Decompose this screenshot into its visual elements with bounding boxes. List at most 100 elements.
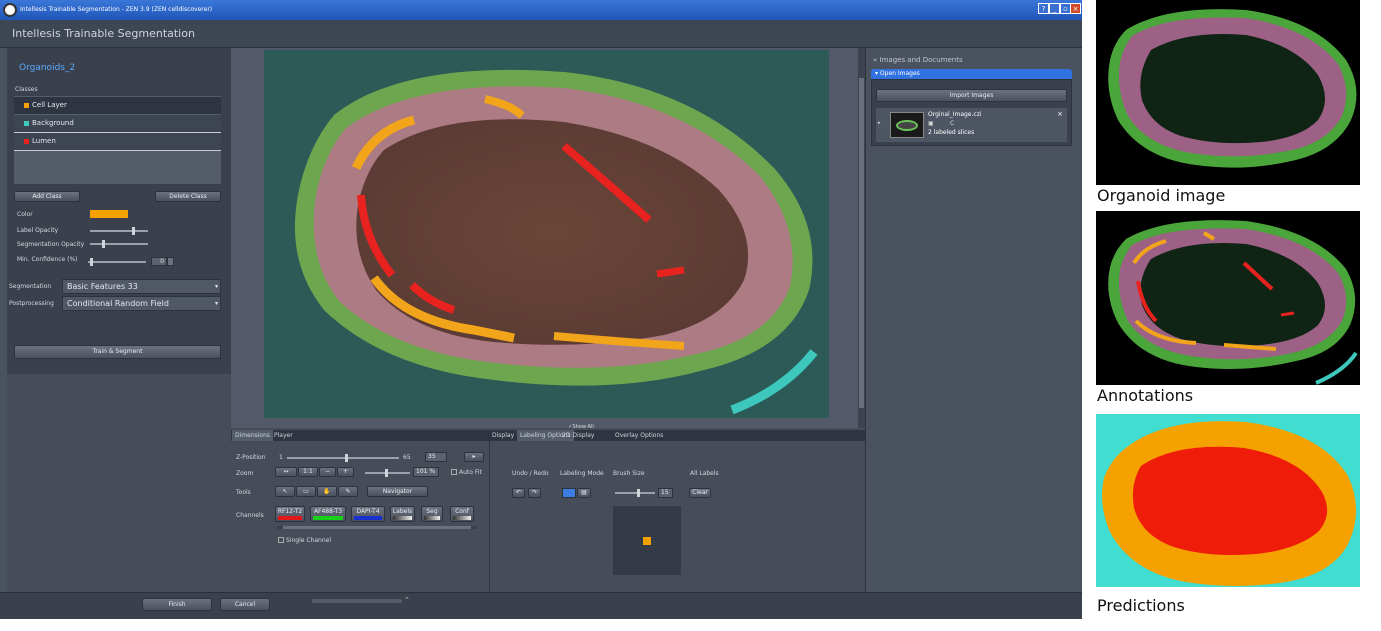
color-picker[interactable]	[90, 210, 128, 218]
file-item[interactable]: ▸ Orginal_Image.czi ▣ C 2 labeled slices…	[876, 108, 1067, 142]
pan-tool-icon[interactable]: ✋	[317, 486, 337, 497]
minimize-button[interactable]: _	[1049, 3, 1060, 14]
tab-dimensions[interactable]: Dimensions	[232, 430, 274, 441]
auto-fit-checkbox[interactable]	[451, 469, 457, 475]
class-label: Lumen	[32, 137, 56, 145]
train-segment-button[interactable]: Train & Segment	[14, 345, 221, 359]
file-flag: C	[950, 120, 955, 127]
single-channel-checkbox[interactable]	[278, 537, 284, 543]
z-position-input[interactable]: 35	[425, 452, 447, 462]
delete-class-button[interactable]: Delete Class	[155, 191, 221, 202]
zoom-slider[interactable]	[365, 469, 410, 477]
min-confidence-slider[interactable]	[88, 258, 146, 266]
auto-fit-label: Auto Fit	[459, 469, 482, 476]
brush-size-input[interactable]: 15	[658, 488, 673, 498]
file-name: Orginal_Image.czi	[928, 111, 982, 118]
postprocessing-select[interactable]: Conditional Random Field ▾	[62, 296, 221, 311]
import-images-button[interactable]: Import Images	[876, 89, 1067, 102]
channel-conf[interactable]: Conf	[450, 506, 474, 522]
annotation-background-1	[730, 349, 818, 415]
zoom-in-icon[interactable]: +	[337, 467, 354, 477]
clear-button[interactable]: Clear	[689, 488, 711, 498]
zoom-label: Zoom	[236, 470, 254, 477]
organoid-image-canvas[interactable]	[264, 50, 829, 418]
tab-player[interactable]: Player	[271, 430, 296, 441]
brush-preview-dot	[643, 537, 651, 545]
z-position-slider[interactable]	[287, 454, 399, 462]
class-item-cell-layer[interactable]: Cell Layer	[14, 97, 221, 114]
organoid-annotated-image	[294, 69, 818, 415]
single-channel-label: Single Channel	[286, 537, 331, 544]
page-title: Intellesis Trainable Segmentation	[0, 20, 1082, 48]
organoid-image-panel	[1096, 0, 1360, 185]
redo-icon[interactable]: ↷	[528, 488, 541, 498]
finish-button[interactable]: Finish	[142, 598, 212, 611]
divider	[14, 150, 221, 151]
brush-mode-icon[interactable]	[562, 488, 576, 498]
min-confidence-stepper[interactable]	[167, 257, 174, 266]
channels-label: Channels	[236, 512, 264, 519]
open-images-header[interactable]: ▾ Open Images	[871, 69, 1072, 79]
divider	[489, 441, 490, 592]
play-button[interactable]: ▸	[464, 452, 484, 462]
postprocessing-value: Conditional Random Field	[67, 299, 169, 308]
tab-overlay-options[interactable]: Overlay Options	[612, 430, 666, 441]
file-info: 2 labeled slices	[928, 129, 975, 136]
predictions-image	[1102, 421, 1356, 586]
close-file-icon[interactable]: ×	[1057, 110, 1063, 118]
label-opacity-slider[interactable]	[90, 227, 148, 235]
image-vertical-scrollbar[interactable]	[858, 48, 865, 428]
cancel-button[interactable]: Cancel	[220, 598, 270, 611]
channel-af488[interactable]: AF488-T3	[310, 506, 346, 522]
eraser-mode-icon[interactable]: ▤	[577, 488, 591, 498]
navigator-button[interactable]: Navigator	[367, 486, 428, 497]
tab-display[interactable]: Display	[489, 430, 517, 441]
class-item-background[interactable]: Background	[14, 115, 221, 132]
cell-layer-swatch	[24, 103, 29, 108]
class-item-lumen[interactable]: Lumen	[14, 133, 221, 150]
zoom-fit-icon[interactable]: ↔	[275, 467, 297, 477]
segmentation-opacity-slider[interactable]	[90, 240, 148, 248]
z-position-label: Z-Position	[236, 454, 266, 461]
draw-tool-icon[interactable]: ✎	[338, 486, 358, 497]
annotations-panel	[1096, 211, 1360, 385]
tools-label: Tools	[236, 489, 251, 496]
file-thumbnail	[890, 112, 924, 138]
segmentation-label: Segmentation	[9, 283, 52, 290]
close-button[interactable]: ×	[1070, 3, 1081, 14]
channel-labels[interactable]: Labels	[390, 506, 415, 522]
undo-icon[interactable]: ↶	[512, 488, 525, 498]
tab-2d-display[interactable]: 2D Display	[559, 430, 597, 441]
help-button[interactable]: ?	[1038, 3, 1049, 14]
caption-annotations: Annotations	[1097, 386, 1194, 405]
model-name[interactable]: Organoids_2	[19, 63, 75, 73]
all-labels-label: All Labels	[690, 470, 719, 477]
z-min: 1	[279, 454, 283, 461]
expand-icon[interactable]: ▸	[878, 120, 881, 126]
chevron-up-icon[interactable]: ⌃	[404, 596, 410, 604]
channel-seg[interactable]: Seg	[421, 506, 443, 522]
channel-dapi[interactable]: DAPI-T4	[351, 506, 385, 522]
images-documents-heading: « Images and Documents	[873, 56, 963, 64]
segmentation-select[interactable]: Basic Features 33 ▾	[62, 279, 221, 294]
zoom-out-icon[interactable]: −	[319, 467, 336, 477]
caption-predictions: Predictions	[1097, 596, 1185, 615]
background-swatch	[24, 121, 29, 126]
zoom-one-to-one-button[interactable]: 1:1	[298, 467, 318, 477]
annotations-image	[1108, 220, 1358, 385]
labeling-mode-label: Labeling Mode	[560, 470, 604, 477]
pointer-tool-icon[interactable]: ↖	[275, 486, 295, 497]
save-icon[interactable]: ▣	[928, 120, 934, 127]
min-confidence-label: Min. Confidence (%)	[17, 256, 78, 263]
class-label: Background	[32, 119, 74, 127]
zoom-input[interactable]: 101 %	[413, 467, 439, 477]
postprocessing-label: Postprocessing	[9, 300, 54, 307]
channel-scrollbar[interactable]	[277, 526, 477, 529]
min-confidence-input[interactable]: 0	[151, 257, 167, 266]
brush-size-slider[interactable]	[615, 489, 655, 497]
add-class-button[interactable]: Add Class	[14, 191, 80, 202]
select-tool-icon[interactable]: ▭	[296, 486, 316, 497]
annotation-lumen-4	[656, 266, 685, 278]
brush-size-label: Brush Size	[613, 470, 645, 477]
channel-rf12[interactable]: RF12-T2	[275, 506, 305, 522]
